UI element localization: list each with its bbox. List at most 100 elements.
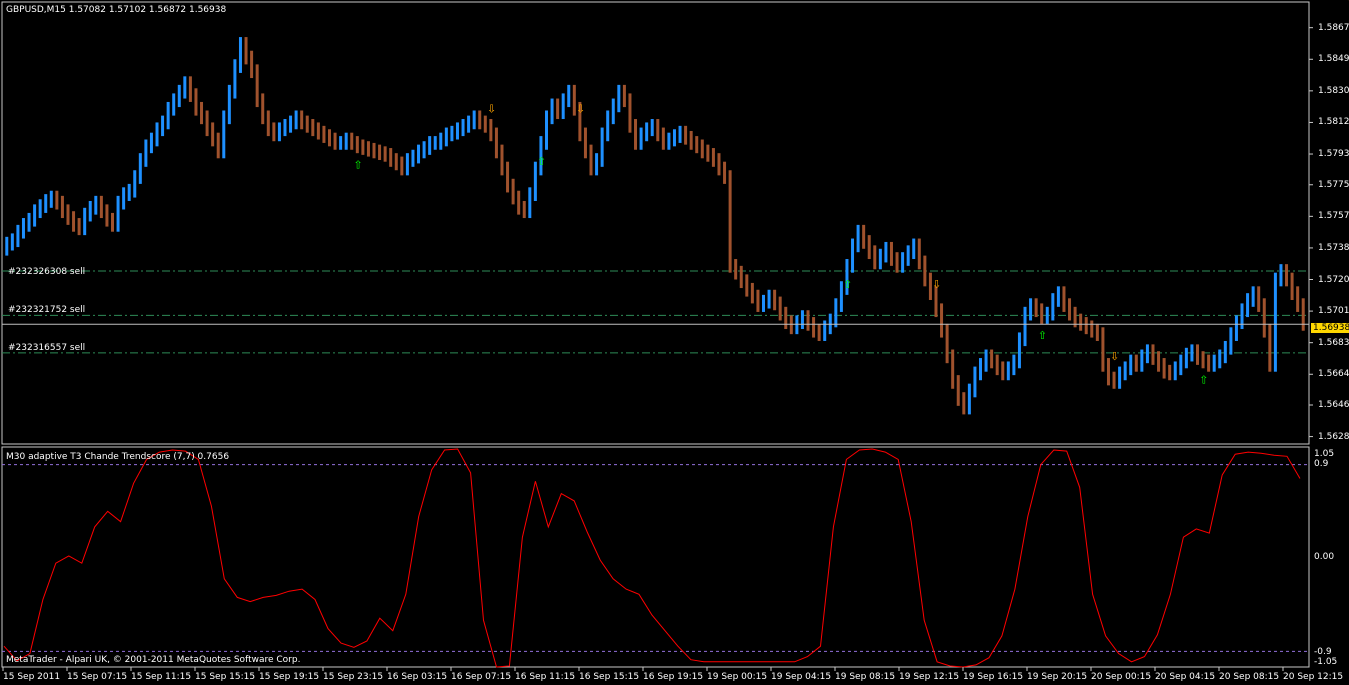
price-bar [1212,354,1216,372]
price-bar [238,37,242,73]
price-bar [1173,361,1177,381]
price-bar [506,161,510,193]
price-bar [161,115,165,137]
price-bar [500,144,504,176]
price-bar [583,127,587,159]
price-bar [21,218,25,239]
price-bar [979,358,982,381]
price-axis-ticks [1309,27,1313,438]
price-bar [795,315,799,335]
price-bar [1223,340,1227,364]
indicator-tick-0: 0.00 [1314,552,1335,562]
down-arrow-icon: ⇩ [932,278,941,291]
price-bar [595,153,599,176]
price-bar [745,274,749,297]
price-bar [672,129,676,147]
price-bar [461,119,465,137]
price-bar [133,170,137,198]
price-bar [272,122,276,142]
price-bar [105,204,109,227]
price-bar [216,132,220,159]
price-bar [1296,286,1300,312]
price-bar [10,233,14,251]
order-label-1[interactable]: #232326308 sell [8,267,85,277]
price-tick-label: 1.57935 [1318,149,1349,160]
down-arrow-icon: ⇩ [487,102,496,115]
price-bar [250,50,254,79]
price-bar [433,136,437,150]
time-tick-label: 19 Sep 04:15 [771,672,832,682]
price-bar [1112,371,1116,389]
time-tick-label: 15 Sep 19:15 [259,672,320,682]
price-bar [1129,354,1133,376]
price-bar [756,289,760,312]
price-bar [956,375,960,406]
price-bar [906,245,910,266]
price-bar [1190,344,1194,362]
price-bar [851,238,855,273]
price-bar [233,59,237,99]
price-bar [339,136,343,150]
time-tick-label: 15 Sep 15:15 [195,672,256,682]
price-bar [711,148,715,167]
chart-title: GBPUSD,M15 1.57082 1.57102 1.56872 1.569… [6,5,227,15]
price-bar [984,349,988,372]
price-bar [878,248,882,270]
price-bar [149,132,153,154]
price-bar [1118,366,1122,389]
price-bar [951,349,955,389]
price-bar [411,149,415,167]
price-bar [606,110,610,142]
price-bar [600,127,604,167]
price-bar [528,187,532,219]
price-bar [366,141,370,157]
price-bar [973,366,977,398]
price-bar [622,84,626,108]
time-tick-label: 16 Sep 15:15 [579,672,640,682]
price-bar [1262,298,1266,338]
price-chart[interactable]: ⇧ ⇩ ⇧ ⇩ ⇧ ⇩ ⇧ ⇩ ⇧ ⇩ [0,0,1349,685]
price-bar [33,204,37,227]
price-bar [723,161,727,184]
price-bar [901,252,905,273]
price-bar [405,153,409,176]
indicator-levels [2,464,1309,652]
price-bar [517,190,521,215]
order-label-3[interactable]: #232316557 sell [8,343,85,353]
price-bar [194,88,198,116]
up-arrow-icon: ⇧ [1038,329,1047,342]
price-bar [1229,327,1233,355]
price-bar [1001,361,1005,381]
price-bar [1101,327,1105,372]
price-bar [494,127,498,159]
price-bar [773,289,777,311]
price-bar [1017,332,1021,369]
price-bar [889,241,893,266]
price-bar [316,122,320,140]
price-bar [684,125,688,145]
price-bar [706,144,710,162]
price-bar [806,310,810,331]
price-bar [138,153,142,184]
indicator-tick--1.05: -1.05 [1314,657,1338,667]
price-bar [1012,354,1016,376]
price-bar [38,199,42,219]
price-bar [1040,303,1044,324]
price-bar [639,127,643,150]
price-bar [1184,347,1188,369]
order-label-2[interactable]: #232321752 sell [8,305,85,315]
price-bar [344,132,348,150]
price-bar [1201,351,1205,369]
price-bar [695,136,699,154]
price-bar [355,136,359,154]
price-tick-label: 1.58675 [1318,22,1349,33]
price-tick-label: 1.56465 [1318,400,1349,410]
price-bar [700,139,704,159]
price-bar [478,110,482,130]
price-bar [350,132,354,150]
price-bar [567,84,571,108]
price-bar [1179,354,1183,376]
time-tick-label: 19 Sep 00:15 [707,672,768,682]
price-bar [450,125,454,142]
price-bar [812,317,816,338]
